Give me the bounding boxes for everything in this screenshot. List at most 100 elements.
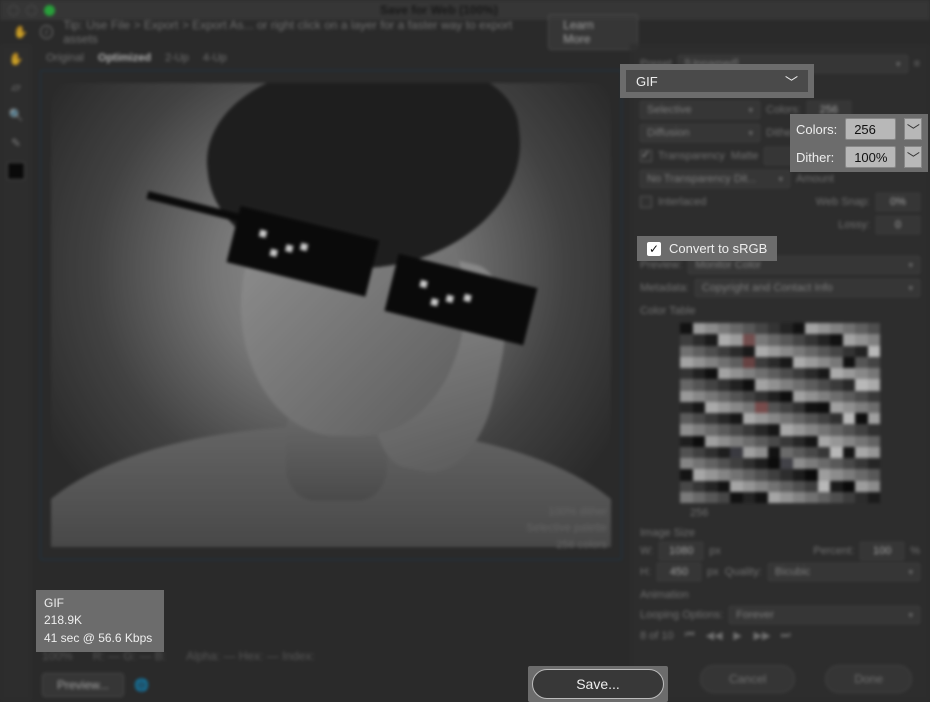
- color-swatch[interactable]: [705, 368, 718, 379]
- color-swatch[interactable]: [793, 346, 806, 357]
- color-swatch[interactable]: [818, 413, 831, 424]
- color-swatch[interactable]: [755, 447, 768, 458]
- color-swatch[interactable]: [705, 323, 718, 334]
- color-swatch[interactable]: [805, 368, 818, 379]
- color-swatch[interactable]: [830, 334, 843, 345]
- color-swatch[interactable]: [693, 402, 706, 413]
- color-swatch[interactable]: [768, 368, 781, 379]
- color-swatch[interactable]: [830, 458, 843, 469]
- color-swatch[interactable]: [730, 458, 743, 469]
- color-swatch[interactable]: [705, 447, 718, 458]
- color-swatch[interactable]: [755, 402, 768, 413]
- color-swatch[interactable]: [780, 379, 793, 390]
- color-swatch[interactable]: [843, 368, 856, 379]
- color-swatch[interactable]: [855, 413, 868, 424]
- color-swatch[interactable]: [868, 458, 881, 469]
- color-swatch[interactable]: [830, 357, 843, 368]
- color-swatch[interactable]: [755, 469, 768, 480]
- color-swatch[interactable]: [855, 458, 868, 469]
- color-swatch[interactable]: [680, 323, 693, 334]
- color-swatch[interactable]: [830, 323, 843, 334]
- color-swatch[interactable]: [793, 469, 806, 480]
- color-swatch[interactable]: [680, 424, 693, 435]
- format-select[interactable]: GIF ﹀: [626, 70, 808, 92]
- color-swatch[interactable]: [693, 334, 706, 345]
- color-swatch[interactable]: [705, 413, 718, 424]
- minimize-window-icon[interactable]: [26, 5, 37, 16]
- color-swatch[interactable]: [718, 391, 731, 402]
- color-swatch[interactable]: [868, 469, 881, 480]
- color-swatch[interactable]: [693, 458, 706, 469]
- color-swatch[interactable]: [780, 424, 793, 435]
- color-swatch[interactable]: [868, 379, 881, 390]
- color-swatch[interactable]: [868, 391, 881, 402]
- color-swatch[interactable]: [743, 436, 756, 447]
- color-swatch[interactable]: [843, 447, 856, 458]
- color-swatch[interactable]: [705, 424, 718, 435]
- color-swatch[interactable]: [855, 346, 868, 357]
- width-input[interactable]: 1080: [659, 542, 703, 560]
- color-swatch[interactable]: [693, 424, 706, 435]
- color-swatch[interactable]: [718, 458, 731, 469]
- hand-tool-icon[interactable]: ✋: [7, 50, 25, 68]
- color-swatch[interactable]: [793, 424, 806, 435]
- color-swatch[interactable]: [818, 357, 831, 368]
- done-button[interactable]: Done: [825, 665, 912, 693]
- color-swatch[interactable]: [780, 413, 793, 424]
- color-swatch[interactable]: [693, 469, 706, 480]
- first-frame-icon[interactable]: ⏮: [682, 629, 698, 642]
- next-frame-icon[interactable]: ▶▶: [754, 629, 770, 642]
- color-swatch[interactable]: [843, 481, 856, 492]
- color-swatch[interactable]: [705, 492, 718, 503]
- color-swatch[interactable]: [730, 469, 743, 480]
- color-swatch[interactable]: [805, 391, 818, 402]
- color-swatch[interactable]: [843, 424, 856, 435]
- color-swatch[interactable]: [693, 447, 706, 458]
- color-swatch[interactable]: [780, 492, 793, 503]
- color-swatch[interactable]: [718, 368, 731, 379]
- color-swatch[interactable]: [755, 481, 768, 492]
- color-swatch[interactable]: [768, 346, 781, 357]
- color-swatch[interactable]: [780, 346, 793, 357]
- color-swatch[interactable]: [693, 436, 706, 447]
- color-swatch[interactable]: [805, 492, 818, 503]
- color-swatch[interactable]: [755, 346, 768, 357]
- dither-input[interactable]: 100%: [845, 146, 896, 168]
- color-swatch[interactable]: [830, 436, 843, 447]
- color-swatch[interactable]: [693, 323, 706, 334]
- color-swatch[interactable]: [855, 368, 868, 379]
- color-swatch[interactable]: [768, 413, 781, 424]
- color-swatch[interactable]: [818, 458, 831, 469]
- color-swatch[interactable]: [830, 469, 843, 480]
- eyedropper-tool-icon[interactable]: ✎: [7, 134, 25, 152]
- cancel-button[interactable]: Cancel: [700, 665, 795, 693]
- color-swatch[interactable]: [793, 481, 806, 492]
- color-swatch[interactable]: [855, 447, 868, 458]
- metadata-select[interactable]: Copyright and Contact Info▾: [695, 279, 920, 297]
- color-swatch[interactable]: [705, 458, 718, 469]
- color-swatch[interactable]: [793, 323, 806, 334]
- color-swatch[interactable]: [830, 481, 843, 492]
- color-swatch[interactable]: [843, 323, 856, 334]
- color-swatch[interactable]: [768, 436, 781, 447]
- preview-in-browser-button[interactable]: Preview...: [42, 673, 124, 697]
- color-swatch[interactable]: [855, 402, 868, 413]
- color-swatch[interactable]: [818, 424, 831, 435]
- hand-tool-icon[interactable]: ✋: [12, 23, 30, 41]
- browser-icon[interactable]: 🌐: [134, 678, 149, 692]
- color-swatch[interactable]: [805, 379, 818, 390]
- reduction-algorithm-select[interactable]: Selective▾: [640, 101, 760, 119]
- color-swatch[interactable]: [868, 436, 881, 447]
- color-swatch[interactable]: [793, 492, 806, 503]
- color-swatch[interactable]: [843, 379, 856, 390]
- color-swatch[interactable]: [830, 447, 843, 458]
- color-swatch[interactable]: [843, 402, 856, 413]
- color-swatch[interactable]: [780, 357, 793, 368]
- color-swatch[interactable]: [855, 357, 868, 368]
- color-swatch[interactable]: [780, 323, 793, 334]
- color-swatch[interactable]: [805, 447, 818, 458]
- color-swatch[interactable]: [680, 436, 693, 447]
- color-swatch[interactable]: [693, 379, 706, 390]
- color-swatch[interactable]: [730, 391, 743, 402]
- color-swatch[interactable]: [843, 391, 856, 402]
